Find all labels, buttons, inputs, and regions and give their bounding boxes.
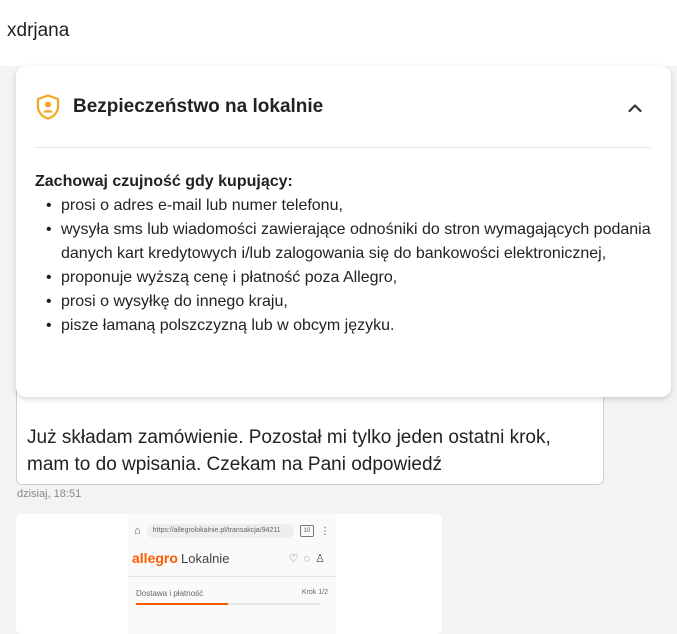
warning-item: prosi o adres e-mail lub numer telefonu, — [35, 194, 655, 218]
allegro-logo-sub: Lokalnie — [181, 551, 230, 566]
warning-list: prosi o adres e-mail lub numer telefonu,… — [35, 194, 655, 338]
warning-heading: Zachowaj czujność gdy kupujący: — [35, 173, 293, 190]
image-attachment[interactable]: ⌂ https://allegrolokalnie.pl/transakcja/… — [16, 514, 442, 634]
conversation-header: xdrjana — [0, 0, 677, 66]
safety-panel-title: Bezpieczeństwo na lokalnie — [73, 96, 324, 117]
message-text: Już składam zamówienie. Pozostał mi tylk… — [27, 427, 551, 475]
browser-url: https://allegrolokalnie.pl/transakcja/94… — [146, 524, 294, 538]
menu-icon: ⋮ — [320, 525, 330, 537]
step-label: Dostawa i płatność — [136, 589, 204, 598]
browser-bar: ⌂ https://allegrolokalnie.pl/transakcja/… — [128, 520, 336, 542]
step-progress — [136, 603, 320, 605]
chevron-up-icon[interactable] — [625, 98, 645, 118]
screenshot-thumbnail: ⌂ https://allegrolokalnie.pl/transakcja/… — [128, 514, 336, 634]
safety-panel-header[interactable]: Bezpieczeństwo na lokalnie — [16, 66, 671, 146]
step-count: Krok 1/2 — [301, 589, 328, 596]
safety-body: Zachowaj czujność gdy kupujący: prosi o … — [35, 170, 655, 338]
warning-item: prosi o wysyłkę do innego kraju, — [35, 290, 655, 314]
allegro-logo: allegro — [132, 550, 178, 566]
warning-item: proponuje wyższą cenę i płatność poza Al… — [35, 266, 655, 290]
tabs-count: 10 — [300, 525, 314, 537]
safety-panel: Bezpieczeństwo na lokalnie Zachowaj czuj… — [16, 66, 671, 397]
step-progress-fill — [136, 603, 228, 605]
heart-chat-user-icons: ♡◌♙ — [288, 553, 330, 565]
thumbnail-divider — [128, 576, 336, 577]
message-timestamp: dzisiaj, 18:51 — [17, 488, 82, 500]
username[interactable]: xdrjana — [7, 20, 69, 42]
warning-item: wysyła sms lub wiadomości zawierające od… — [35, 218, 655, 266]
home-icon: ⌂ — [134, 525, 141, 537]
safety-divider — [36, 147, 651, 148]
warning-item: pisze łamaną polszczyzną lub w obcym jęz… — [35, 314, 655, 338]
shield-user-icon — [36, 94, 60, 120]
